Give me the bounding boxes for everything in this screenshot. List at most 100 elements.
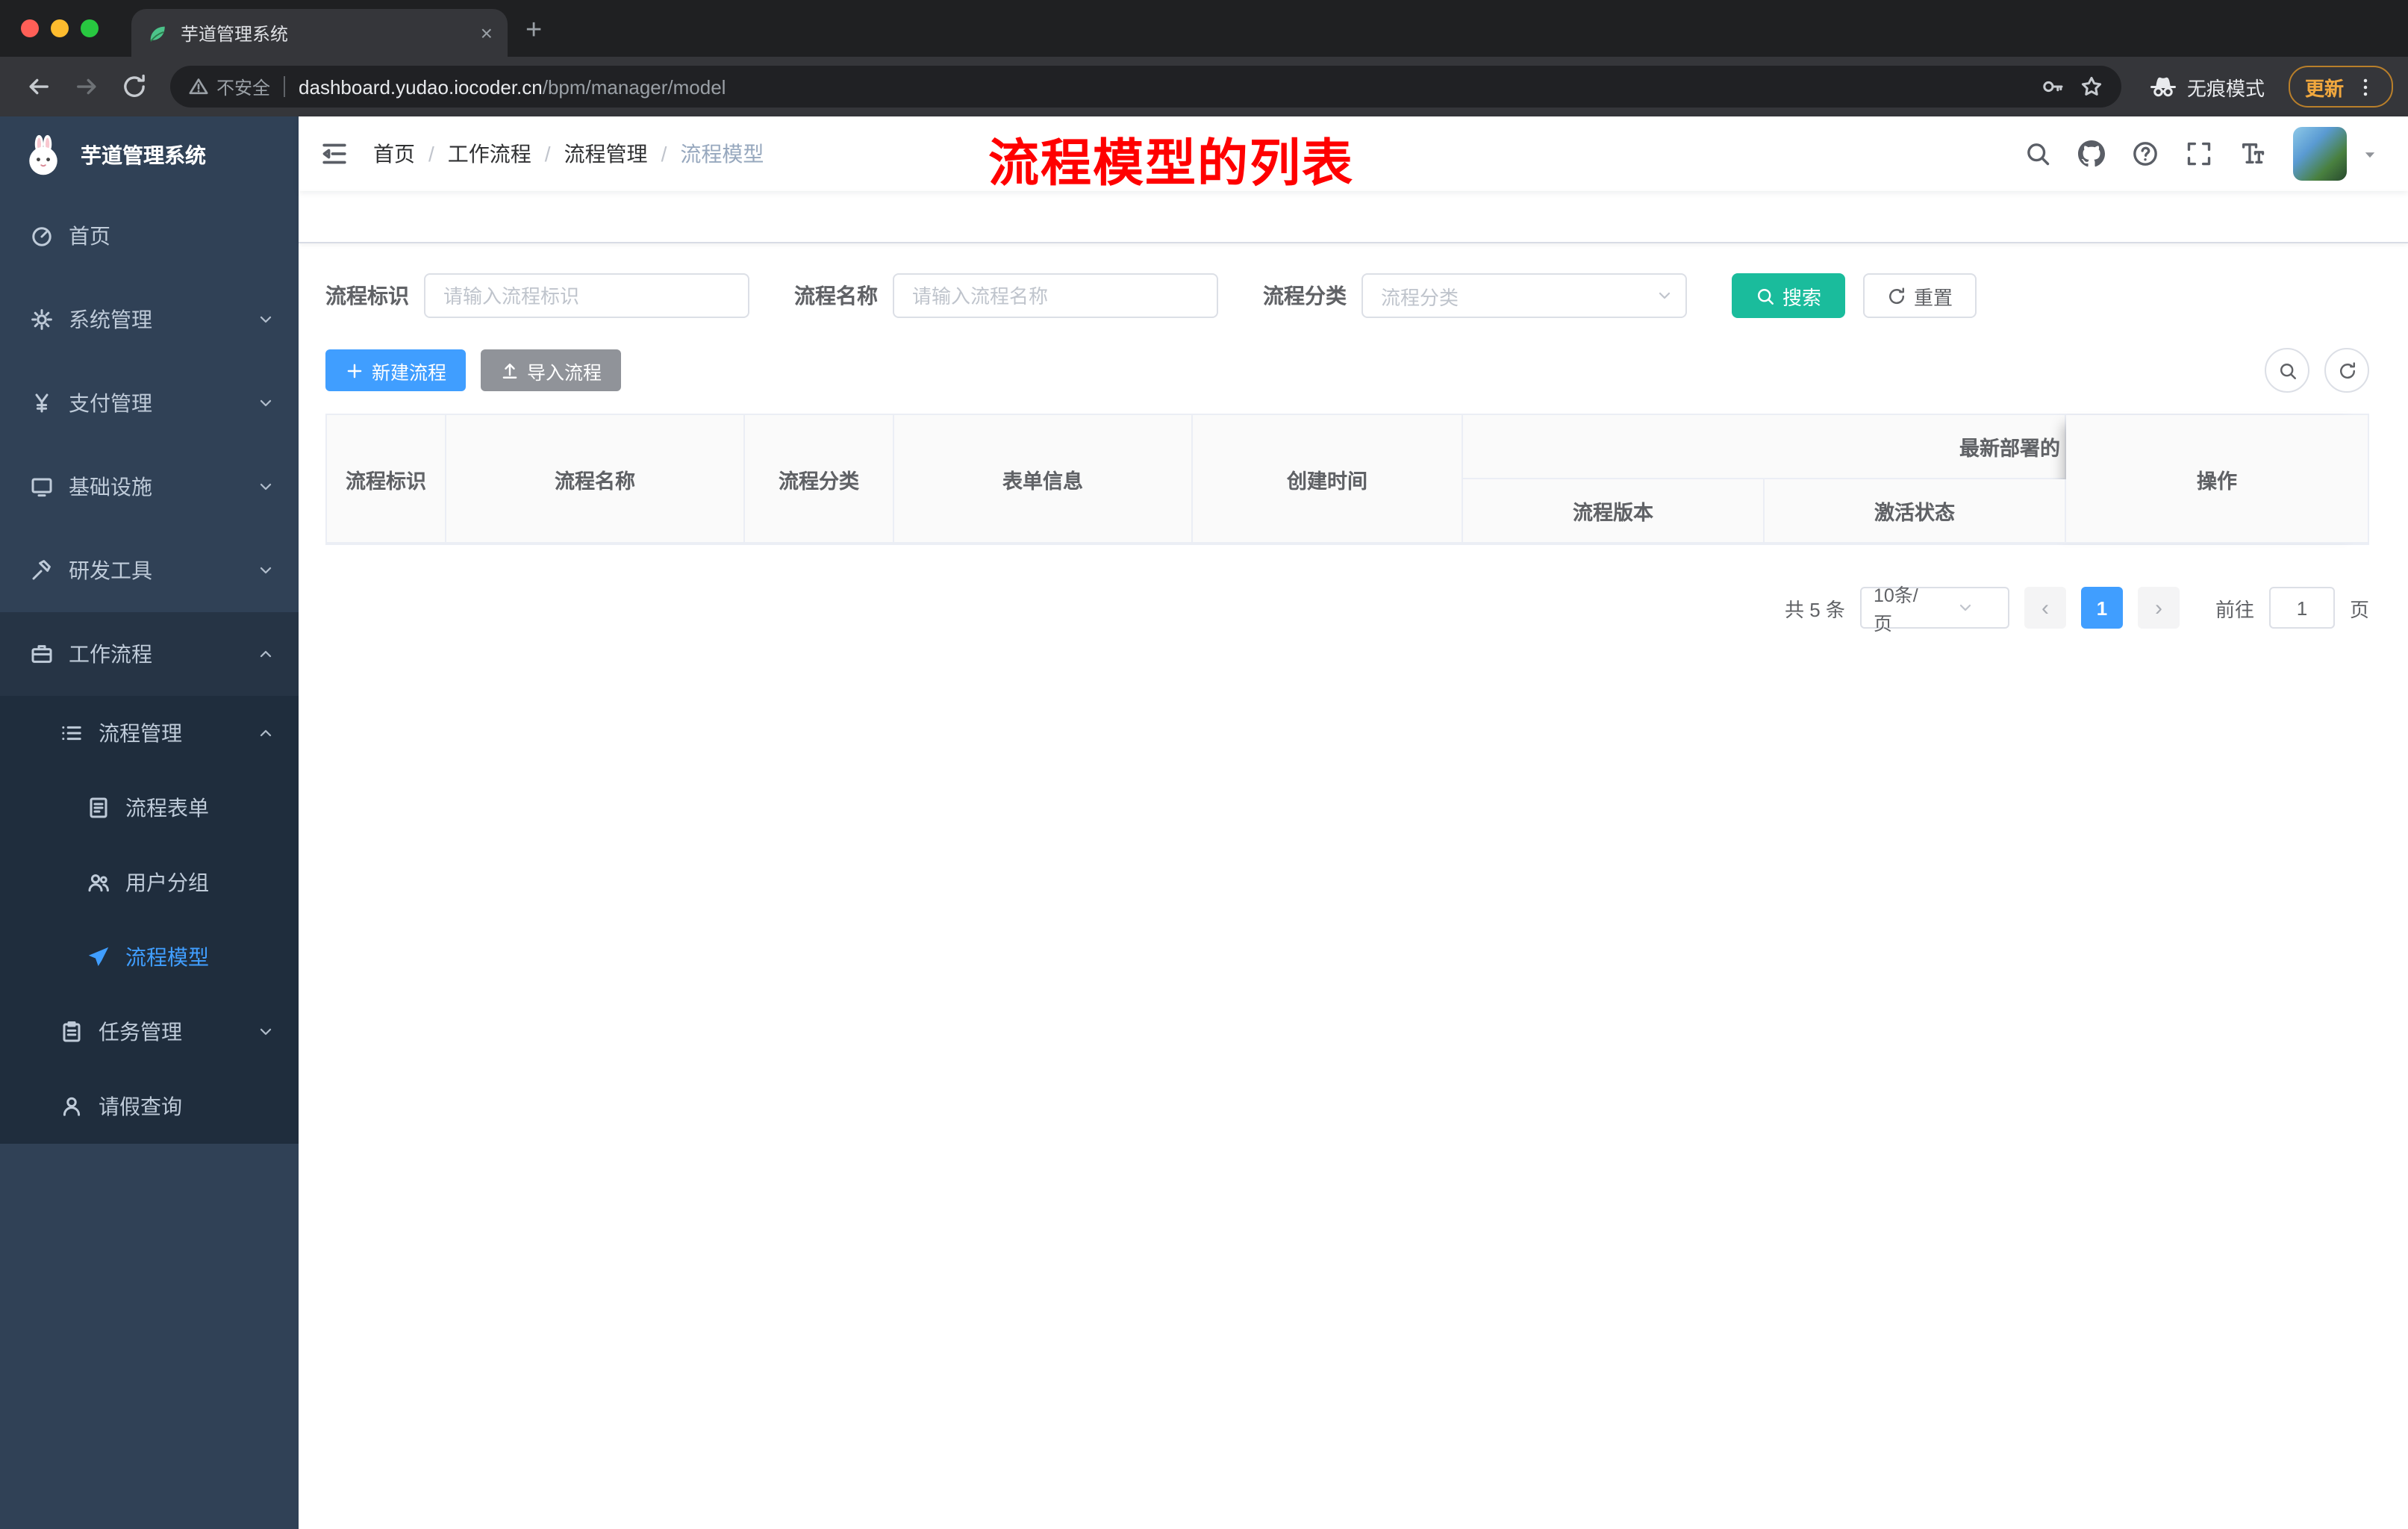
security-label: 不安全 (216, 77, 271, 98)
github-icon[interactable] (2078, 140, 2105, 167)
sidebar-item-process-model[interactable]: 流程模型 (0, 920, 299, 994)
bookmark-star-icon[interactable] (2080, 75, 2103, 99)
sidebar-item-label: 任务管理 (99, 1020, 182, 1044)
back-button[interactable] (25, 73, 52, 100)
sidebar-item-dev-tools[interactable]: 研发工具 (0, 529, 299, 612)
breadcrumb-home[interactable]: 首页 (373, 139, 415, 169)
filter-label-process-name: 流程名称 (794, 284, 878, 308)
logo-rabbit-icon (21, 133, 66, 178)
sidebar-item-system-mgmt[interactable]: 系统管理 (0, 278, 299, 361)
sidebar-item-home[interactable]: 首页 (0, 194, 299, 278)
sidebar-item-label: 工作流程 (69, 642, 152, 666)
key-icon[interactable] (2041, 75, 2065, 99)
toggle-search-button[interactable] (2265, 348, 2309, 393)
task-icon (60, 1020, 84, 1044)
sidebar-item-infrastructure[interactable]: 基础设施 (0, 445, 299, 529)
sidebar-item-label: 流程管理 (99, 721, 182, 745)
address-bar[interactable]: 不安全 dashboard.yudao.iocoder.cn /bpm/mana… (170, 66, 2121, 108)
forward-button[interactable] (73, 73, 100, 100)
sidebar-item-user-group[interactable]: 用户分组 (0, 845, 299, 920)
page-size-select[interactable]: 10条/页 (1859, 585, 2009, 635)
page-content: 流程标识 流程名称 流程分类 流程分类 (299, 243, 2408, 1529)
col-header-version: 流程版本 (1463, 479, 1765, 544)
yen-icon (30, 391, 54, 415)
page-unit-label: 页 (2349, 598, 2369, 620)
sidebar-item-payment-mgmt[interactable]: 支付管理 (0, 361, 299, 445)
sidebar-item-label: 流程模型 (125, 945, 209, 969)
sidebar-menu: 首页系统管理支付管理基础设施研发工具工作流程流程管理流程表单 用户分组流程模型任务… (0, 194, 299, 1529)
minimize-window-button[interactable] (51, 19, 69, 37)
zoom-window-button[interactable] (81, 19, 99, 37)
filter-label-category: 流程分类 (1263, 284, 1347, 308)
sidebar-item-label: 研发工具 (69, 558, 152, 582)
browser-menu-dots-icon[interactable] (2354, 75, 2377, 98)
sidebar-item-workflow[interactable]: 工作流程 (0, 612, 299, 696)
search-icon[interactable] (2024, 140, 2051, 167)
process-table: 流程标识 流程名称 流程分类 表单信息 创建时间 最新部署的 操作 流程版本 激… (325, 414, 2369, 545)
breadcrumb-workflow[interactable]: 工作流程 (448, 139, 531, 169)
chevron-down-icon (257, 561, 275, 579)
process-name-input[interactable] (893, 273, 1218, 318)
refresh-icon (1887, 286, 1906, 305)
screen: 芋道管理系统 × + 不安全 dashboard.yudao.iocoder.c… (0, 0, 2408, 1529)
reload-button[interactable] (121, 73, 148, 100)
close-tab-icon[interactable]: × (481, 22, 493, 43)
total-count: 共 5 条 (1785, 598, 1845, 620)
table-toolbar: 新建流程 导入流程 (325, 348, 2369, 393)
dashboard-icon (30, 224, 54, 248)
col-header-name: 流程名称 (446, 415, 745, 544)
help-icon[interactable] (2132, 140, 2159, 167)
goto-label: 前往 (2215, 598, 2254, 620)
import-process-button[interactable]: 导入流程 (481, 349, 622, 391)
search-button[interactable]: 搜索 (1732, 273, 1846, 318)
new-tab-button[interactable]: + (525, 15, 542, 48)
chevron-down-icon (2362, 146, 2378, 162)
reset-button[interactable]: 重置 (1863, 273, 1977, 318)
col-header-id: 流程标识 (327, 415, 446, 544)
update-label: 更新 (2304, 77, 2344, 99)
next-page-button[interactable]: › (2137, 587, 2180, 629)
breadcrumb-process-mgmt[interactable]: 流程管理 (564, 139, 648, 169)
fullscreen-icon[interactable] (2186, 140, 2212, 167)
pagination: 共 5 条 10条/页 ‹ 1 › 前往 页 (325, 585, 2369, 635)
filter-label-process-id: 流程标识 (325, 284, 409, 308)
create-process-button[interactable]: 新建流程 (325, 349, 467, 391)
sidebar-item-task-mgmt[interactable]: 任务管理 (0, 994, 299, 1069)
collapse-sidebar-icon[interactable] (319, 139, 349, 169)
current-page-button[interactable]: 1 (2080, 587, 2123, 629)
sidebar-item-process-mgmt[interactable]: 流程管理 (0, 696, 299, 770)
prev-page-button[interactable]: ‹ (2024, 587, 2066, 629)
breadcrumb-current: 流程模型 (680, 142, 764, 166)
close-window-button[interactable] (21, 19, 39, 37)
search-icon (2277, 361, 2297, 380)
process-id-input[interactable] (424, 273, 749, 318)
plus-icon (345, 361, 364, 380)
browser-toolbar: 不安全 dashboard.yudao.iocoder.cn /bpm/mana… (0, 57, 2408, 116)
security-chip[interactable]: 不安全 (188, 74, 270, 99)
top-navbar: 首页 / 工作流程 / 流程管理 / 流程模型 流程模型的列表 (299, 116, 2408, 193)
refresh-icon (2337, 361, 2356, 380)
gear-icon (30, 308, 54, 331)
browser-tab[interactable]: 芋道管理系统 × (131, 9, 508, 57)
sidebar: 芋道管理系统 首页系统管理支付管理基础设施研发工具工作流程流程管理流程表单 用户分… (0, 116, 299, 1529)
browser-chrome: 芋道管理系统 × + 不安全 dashboard.yudao.iocoder.c… (0, 0, 2408, 116)
category-select[interactable]: 流程分类 (1361, 273, 1687, 318)
search-icon (1756, 286, 1775, 305)
url-path: /bpm/manager/model (542, 75, 726, 98)
avatar[interactable] (2293, 127, 2347, 181)
font-size-icon[interactable] (2239, 140, 2266, 167)
sidebar-item-label: 系统管理 (69, 308, 152, 331)
user-icon (60, 1094, 84, 1118)
sidebar-item-leave-query[interactable]: 请假查询 (0, 1069, 299, 1144)
send-icon (87, 945, 110, 969)
chevron-up-icon (257, 724, 275, 742)
sidebar-item-process-form[interactable]: 流程表单 (0, 770, 299, 845)
app-logo: 芋道管理系统 (0, 116, 299, 194)
goto-page-input[interactable] (2268, 587, 2335, 629)
refresh-table-button[interactable] (2324, 348, 2369, 393)
browser-update-button[interactable]: 更新 (2288, 66, 2393, 108)
sidebar-item-label: 支付管理 (69, 391, 152, 415)
breadcrumb: 首页 / 工作流程 / 流程管理 / 流程模型 (373, 139, 764, 169)
sidebar-item-label: 首页 (69, 224, 110, 248)
upload-icon (500, 361, 520, 380)
